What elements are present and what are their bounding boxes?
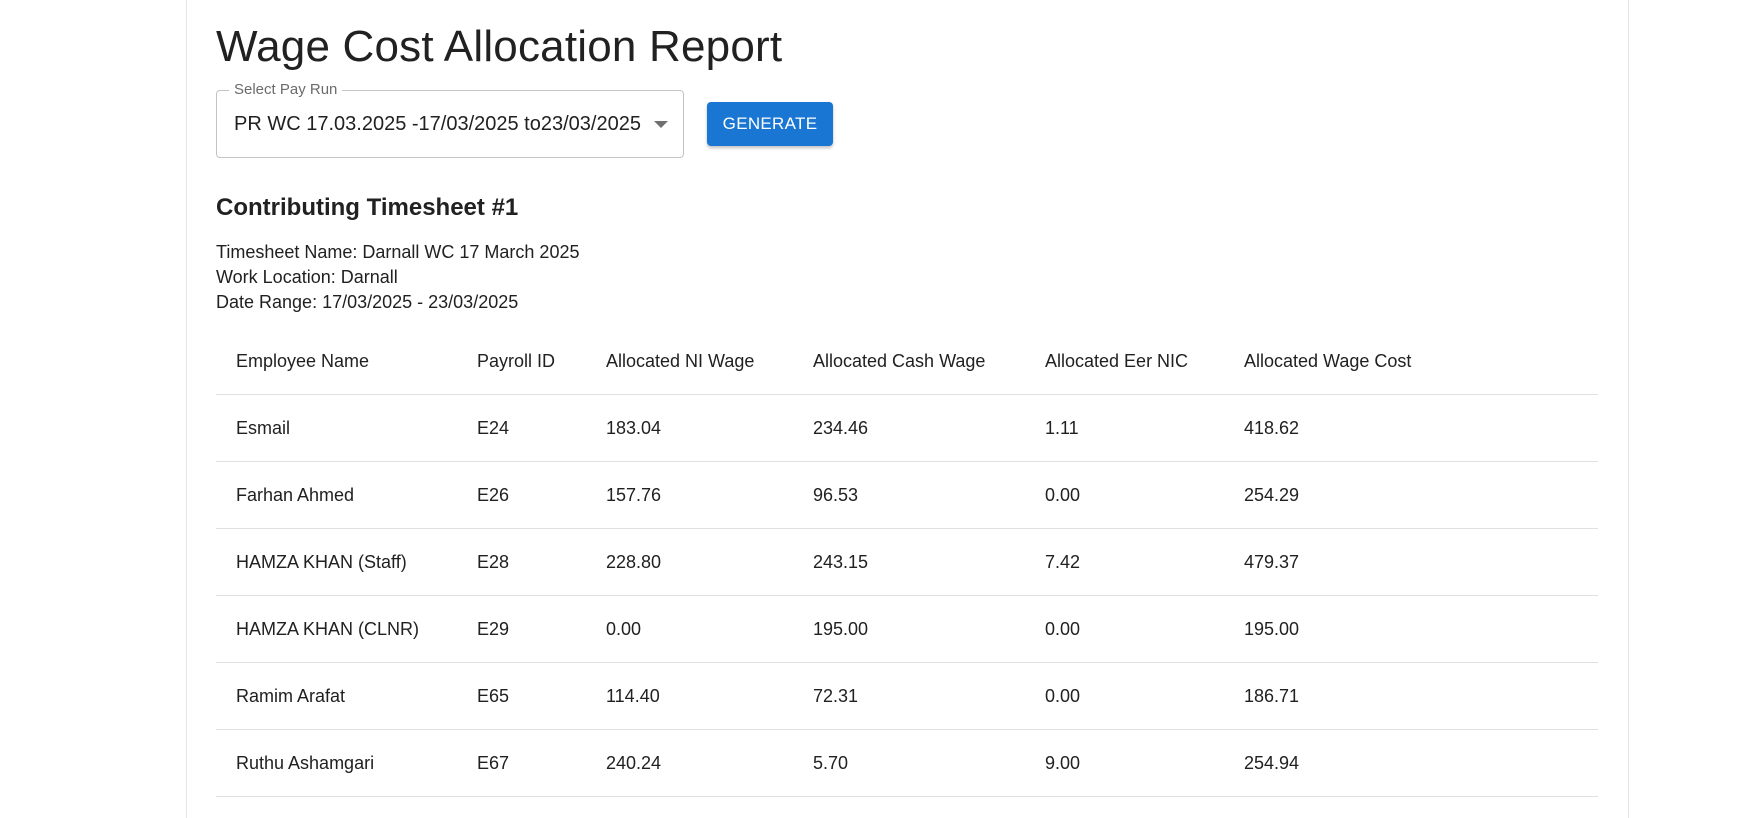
cell-eer-nic: 0.00 — [1025, 461, 1224, 529]
cell-employee-name: Esmail — [216, 394, 457, 462]
cell-cash-wage: 234.46 — [793, 394, 1025, 462]
cell-eer-nic: 7.42 — [1025, 528, 1224, 596]
header-eer-nic: Allocated Eer NIC — [1025, 328, 1224, 395]
table-row: HAMZA KHAN (CLNR) E29 0.00 195.00 0.00 1… — [216, 595, 1598, 663]
cell-eer-nic: 0.00 — [1025, 595, 1224, 663]
table-row: Esmail E24 183.04 234.46 1.11 418.62 — [216, 394, 1598, 462]
table-row: Ruthu Ashamgari E67 240.24 5.70 9.00 254… — [216, 729, 1598, 797]
cell-cash-wage: 195.00 — [793, 595, 1025, 663]
cell-ni-wage: 228.80 — [586, 528, 793, 596]
date-range: Date Range: 17/03/2025 - 23/03/2025 — [216, 292, 519, 312]
table-header-row: Employee Name Payroll ID Allocated NI Wa… — [216, 328, 1598, 395]
table-row: HAMZA KHAN (Staff) E28 228.80 243.15 7.4… — [216, 528, 1598, 596]
cell-ni-wage: 114.40 — [586, 662, 793, 730]
cell-wage-cost: 479.37 — [1224, 528, 1598, 596]
cell-payroll-id: E26 — [457, 461, 586, 529]
timesheet-heading: Contributing Timesheet #1 — [216, 194, 519, 221]
cell-cash-wage: 243.15 — [793, 528, 1025, 596]
timesheet-details: Timesheet Name: Darnall WC 17 March 2025… — [216, 240, 579, 315]
cell-ni-wage: 183.04 — [586, 394, 793, 462]
cell-employee-name: Ruthu Ashamgari — [216, 729, 457, 797]
cell-ni-wage: 157.76 — [586, 461, 793, 529]
cell-wage-cost: 254.29 — [1224, 461, 1598, 529]
cell-eer-nic: 0.00 — [1025, 662, 1224, 730]
cell-ni-wage: 240.24 — [586, 729, 793, 797]
generate-button[interactable]: GENERATE — [707, 102, 833, 146]
cell-employee-name: Ramim Arafat — [216, 662, 457, 730]
page-title: Wage Cost Allocation Report — [216, 22, 783, 71]
cell-payroll-id: E28 — [457, 528, 586, 596]
header-wage-cost: Allocated Wage Cost — [1224, 328, 1598, 395]
cell-payroll-id: E65 — [457, 662, 586, 730]
pay-run-select-value: PR WC 17.03.2025 -17/03/2025 to23/03/202… — [234, 113, 641, 135]
pay-run-select[interactable]: Select Pay Run PR WC 17.03.2025 -17/03/2… — [216, 81, 684, 158]
cell-wage-cost: 418.62 — [1224, 394, 1598, 462]
cell-eer-nic: 9.00 — [1025, 729, 1224, 797]
cell-employee-name: Farhan Ahmed — [216, 461, 457, 529]
cell-eer-nic: 1.11 — [1025, 394, 1224, 462]
table-row: Ramim Arafat E65 114.40 72.31 0.00 186.7… — [216, 662, 1598, 730]
cell-wage-cost: 254.94 — [1224, 729, 1598, 797]
cell-payroll-id: E24 — [457, 394, 586, 462]
cell-payroll-id: E67 — [457, 729, 586, 797]
cell-wage-cost: 195.00 — [1224, 595, 1598, 663]
chevron-down-icon — [654, 121, 668, 128]
cell-payroll-id: E29 — [457, 595, 586, 663]
cell-cash-wage: 5.70 — [793, 729, 1025, 797]
timesheet-name: Timesheet Name: Darnall WC 17 March 2025 — [216, 242, 580, 262]
allocation-table: Employee Name Payroll ID Allocated NI Wa… — [216, 328, 1598, 797]
report-card: Wage Cost Allocation Report Select Pay R… — [186, 0, 1629, 818]
header-cash-wage: Allocated Cash Wage — [793, 328, 1025, 395]
cell-wage-cost: 186.71 — [1224, 662, 1598, 730]
cell-ni-wage: 0.00 — [586, 595, 793, 663]
header-employee-name: Employee Name — [216, 328, 457, 395]
cell-cash-wage: 72.31 — [793, 662, 1025, 730]
work-location: Work Location: Darnall — [216, 267, 398, 287]
header-payroll-id: Payroll ID — [457, 328, 586, 395]
cell-cash-wage: 96.53 — [793, 461, 1025, 529]
pay-run-select-label: Select Pay Run — [229, 81, 343, 98]
header-ni-wage: Allocated NI Wage — [586, 328, 793, 395]
cell-employee-name: HAMZA KHAN (Staff) — [216, 528, 457, 596]
table-row: Farhan Ahmed E26 157.76 96.53 0.00 254.2… — [216, 461, 1598, 529]
cell-employee-name: HAMZA KHAN (CLNR) — [216, 595, 457, 663]
